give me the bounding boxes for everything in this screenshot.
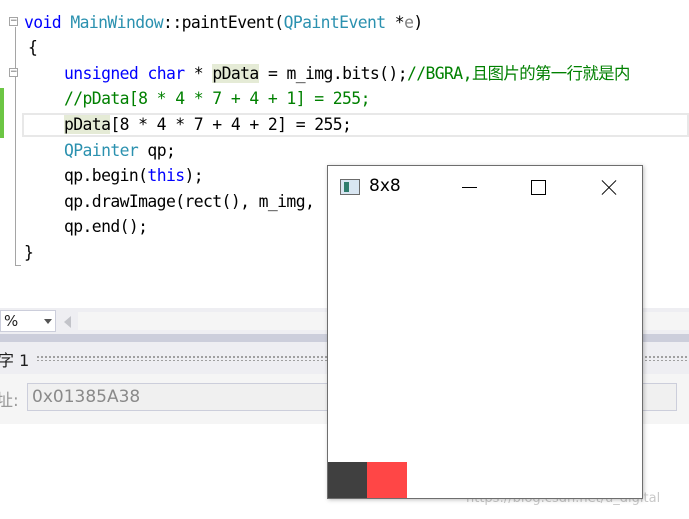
paren: )	[413, 13, 423, 32]
scroll-left-arrow-icon[interactable]	[64, 316, 71, 328]
maximize-icon	[531, 180, 546, 195]
class-name: MainWindow	[70, 13, 164, 32]
pointer-star: *	[385, 13, 405, 32]
fold-end-tick	[15, 265, 21, 266]
app-icon-detail	[344, 182, 349, 192]
code-line-5[interactable]: pData[8 * 4 * 7 + 4 + 2] = 255;	[64, 112, 352, 137]
param-name: e	[404, 13, 414, 32]
keyword: void	[24, 13, 62, 32]
close-button[interactable]	[573, 166, 643, 208]
pixel-dark	[328, 462, 368, 498]
image-pixel-row	[328, 462, 642, 498]
keyword: char	[147, 64, 185, 83]
window-title: 8x8	[369, 176, 401, 196]
zoom-value: %	[4, 312, 19, 330]
fold-guide	[15, 27, 16, 265]
app-window-icon	[340, 179, 360, 195]
zoom-dropdown[interactable]: %	[0, 310, 56, 332]
class-name: QPainter	[64, 141, 139, 160]
address-label: 址:	[0, 391, 19, 411]
code-line-7[interactable]: qp.begin(this);	[64, 163, 204, 188]
image-window[interactable]: 8x8	[327, 165, 643, 499]
assignment: = m_img.bits();	[258, 64, 408, 83]
paren: (	[274, 13, 284, 32]
code-line-8[interactable]: qp.drawImage(rect(), m_img,	[64, 189, 315, 214]
code-line-10[interactable]: }	[24, 240, 34, 265]
window-titlebar[interactable]: 8x8	[328, 166, 642, 208]
maximize-button[interactable]	[503, 166, 573, 208]
comment: //BGRA,且图片的第一行就是内	[406, 64, 630, 83]
code-line-4[interactable]: //pData[8 * 4 * 7 + 4 + 1] = 255;	[64, 86, 370, 111]
minimize-icon	[462, 187, 477, 188]
code-line-3[interactable]: unsigned char * pData = m_img.bits();//B…	[64, 61, 630, 86]
code-line-9[interactable]: qp.end();	[64, 214, 148, 239]
changed-lines-indicator	[0, 88, 4, 138]
statement: qp.begin(	[64, 166, 148, 185]
highlighted-variable: pData	[64, 115, 111, 134]
statement: );	[184, 166, 204, 185]
highlighted-variable: pData	[212, 64, 259, 83]
function-name: paintEvent	[181, 13, 275, 32]
keyword: this	[147, 166, 185, 185]
code-line-2[interactable]: {	[28, 35, 38, 60]
code-line-6[interactable]: QPainter qp;	[64, 138, 176, 163]
pixel-red	[367, 462, 407, 498]
fold-toggle-comment[interactable]: −	[9, 68, 18, 77]
fold-toggle-function[interactable]: −	[9, 17, 18, 26]
statement: [8 * 4 * 7 + 4 + 2] = 255;	[110, 115, 352, 134]
minimize-button[interactable]	[433, 166, 503, 208]
scope-operator: ::	[163, 13, 182, 32]
memory-pane-title: 字 1	[0, 351, 30, 370]
operator: *	[184, 64, 213, 83]
param-type: QPaintEvent	[283, 13, 387, 32]
code-line-1[interactable]: void MainWindow::paintEvent(QPaintEvent …	[24, 10, 423, 35]
statement: qp;	[138, 141, 176, 160]
keyword: unsigned	[64, 64, 139, 83]
chevron-down-icon	[44, 319, 52, 324]
